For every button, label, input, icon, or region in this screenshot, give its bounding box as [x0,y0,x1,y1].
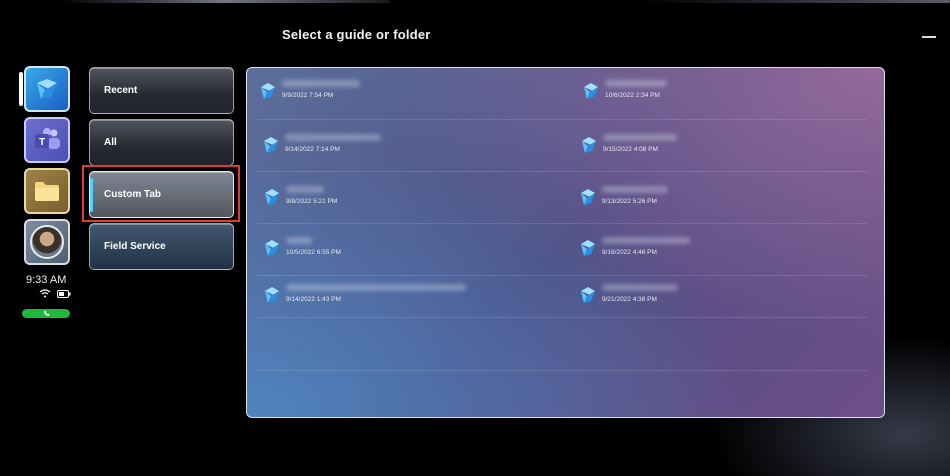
category-all[interactable]: All [89,119,234,166]
status-icons [39,289,71,298]
guide-date: 9/9/2022 7:54 PM [282,92,334,99]
category-recent[interactable]: Recent [89,67,234,114]
guide-title-blurred [602,284,678,291]
top-edge-glow-left [60,0,390,3]
guide-icon [581,189,595,205]
battery-icon [57,289,71,298]
category-label: All [104,137,117,148]
guide-item[interactable]: 10/6/2022 2:34 PM [581,78,881,122]
guide-icon [265,240,279,256]
phone-icon [43,310,49,316]
teams-app-icon: T [26,119,68,161]
guide-item[interactable]: 9/16/2022 4:46 PM [578,235,878,279]
selection-highlight [82,165,240,222]
guide-item[interactable]: 9/9/2022 7:54 PM [258,78,558,122]
minimize-icon[interactable] [922,36,936,38]
guide-icon [264,137,278,153]
guide-title-blurred [602,186,668,193]
category-field-service[interactable]: Field Service [89,223,234,270]
guide-item[interactable]: 9/14/2022 1:43 PM [262,282,562,326]
guide-title-blurred [285,134,381,141]
guide-icon [261,83,275,99]
guide-date: 9/8/2022 5:21 PM [286,198,338,205]
svg-text:T: T [39,137,45,148]
guide-date: 9/16/2022 4:46 PM [602,249,657,256]
guide-item[interactable]: 9/21/2022 4:38 PM [578,282,878,326]
teams-app-button[interactable]: T [24,117,70,163]
guide-item[interactable]: 9/13/2022 5:26 PM [578,184,878,228]
profile-app-button[interactable] [24,219,70,265]
guide-item[interactable]: 10/5/2022 6:55 PM [262,235,562,279]
category-label: Field Service [104,241,166,252]
guide-title-blurred [286,284,466,291]
guide-title-blurred [286,237,312,244]
wifi-icon [39,289,51,298]
guide-title-blurred [286,186,324,193]
page-title: Select a guide or folder [282,27,431,42]
guide-title-blurred [282,80,360,87]
guide-icon [582,137,596,153]
guide-icon [581,287,595,303]
row-divider [257,370,867,371]
category-label: Recent [104,85,138,96]
guide-item[interactable]: 9/8/2022 5:21 PM [262,184,562,228]
guide-date: 10/6/2022 2:34 PM [605,92,660,99]
guide-date: 9/21/2022 4:38 PM [602,296,657,303]
guides-app-button[interactable] [24,66,70,112]
guide-date: 9/14/2022 1:43 PM [286,296,341,303]
guide-item[interactable]: 9/15/2022 4:08 PM [579,132,879,176]
guide-date: 9/13/2022 5:26 PM [602,198,657,205]
guide-title-blurred [602,237,690,244]
guide-icon [581,240,595,256]
guide-date: 9/14/2022 7:14 PM [285,146,340,153]
guide-icon [265,287,279,303]
guide-title-blurred [603,134,677,141]
folder-icon [26,170,68,212]
guide-list-panel: 9/9/2022 7:54 PM 9/14/2022 7:14 PM 9/8/2… [246,67,885,418]
guide-icon [265,189,279,205]
guide-icon [584,83,598,99]
guide-title-blurred [605,80,667,87]
clock: 9:33 AM [26,274,67,286]
files-app-button[interactable] [24,168,70,214]
guide-date: 10/5/2022 6:55 PM [286,249,341,256]
avatar [30,225,64,259]
guides-app-icon [26,68,68,110]
guide-item[interactable]: 9/14/2022 7:14 PM [261,132,561,176]
active-app-indicator [19,72,23,106]
call-indicator[interactable] [22,309,70,318]
top-edge-glow-right [640,0,950,3]
guide-date: 9/15/2022 4:08 PM [603,146,658,153]
